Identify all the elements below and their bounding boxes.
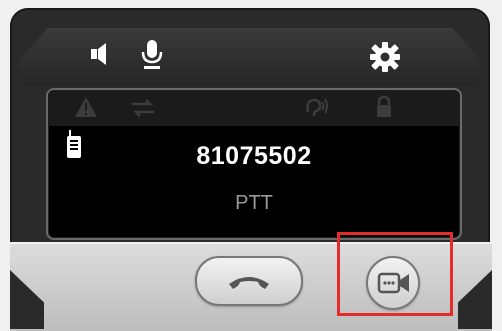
video-camera-icon xyxy=(377,271,411,295)
hangup-button[interactable] xyxy=(195,256,303,306)
speaker-icon[interactable] xyxy=(88,40,116,68)
call-mode-label: PTT xyxy=(235,192,273,214)
caller-number: 81075502 xyxy=(196,142,312,170)
gear-icon[interactable] xyxy=(368,40,402,74)
status-icon-strip xyxy=(48,90,460,126)
transfer-icon xyxy=(130,98,156,118)
call-display-screen: 81075502 PTT xyxy=(46,88,462,240)
warning-icon xyxy=(74,96,98,118)
hangup-icon xyxy=(225,272,273,292)
lock-icon xyxy=(374,95,394,119)
ear-icon xyxy=(302,96,328,120)
ptt-call-panel: 81075502 PTT xyxy=(0,0,502,331)
video-call-button[interactable] xyxy=(366,256,420,310)
microphone-icon[interactable] xyxy=(138,38,166,70)
top-control-icons xyxy=(20,28,480,86)
